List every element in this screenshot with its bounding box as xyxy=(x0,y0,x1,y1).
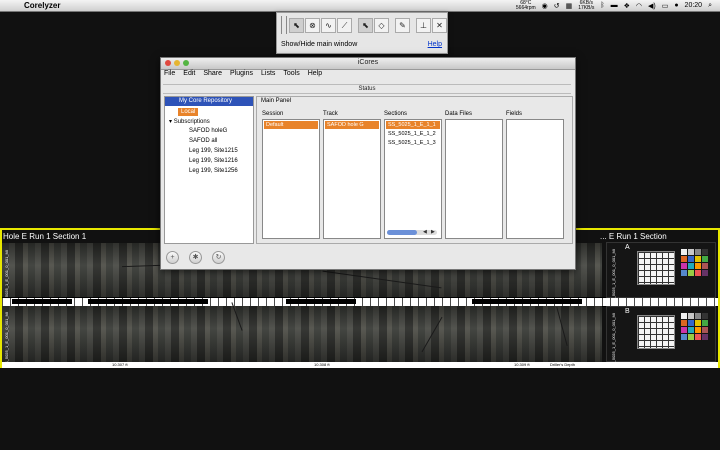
close-tool-icon[interactable]: ✕ xyxy=(432,18,447,33)
menu-lists[interactable]: Lists xyxy=(261,70,275,80)
spotlight-search-icon[interactable]: ⌕ xyxy=(708,2,712,10)
flag-icon[interactable]: ▬ xyxy=(611,2,618,9)
tree-item[interactable]: Leg 199, Site1215 xyxy=(189,147,238,155)
session-list[interactable]: Default xyxy=(262,119,320,239)
section-item[interactable]: SS_5025_1_E_1_1 xyxy=(386,121,440,129)
tree-item[interactable]: SAFOD all xyxy=(189,137,217,145)
sections-label: Sections xyxy=(384,111,408,117)
add-icon[interactable]: + xyxy=(166,251,179,264)
axis-mark: 10.308 ft xyxy=(314,362,330,367)
fields-list[interactable] xyxy=(506,119,564,239)
scrollbar-thumb[interactable] xyxy=(387,230,417,235)
sections-column: Sections SS_5025_1_E_1_1 SS_5025_1_E_1_2… xyxy=(384,110,442,239)
download-tool-icon[interactable]: ⊥ xyxy=(416,18,431,33)
window-title: iCores xyxy=(357,59,379,66)
user-icon[interactable]: ● xyxy=(674,2,678,9)
card-letter-a: A xyxy=(625,244,630,251)
window-menu: File Edit Share Plugins Lists Tools Help xyxy=(161,70,578,80)
color-calibration-card-b: SS_5025_1_E_001_0_001_MI B xyxy=(606,306,716,368)
data-files-list[interactable] xyxy=(445,119,503,239)
measure-tool-icon[interactable]: ⟋ xyxy=(337,18,352,33)
status-area: 68°C 5664rpm ◉ ↺ ▦ 6KB/s 17KB/s ᛒ ▬ ❖ ◠ ◀)… xyxy=(516,0,712,11)
fields-label: Fields xyxy=(506,111,523,117)
menu-file[interactable]: File xyxy=(164,70,175,80)
main-panel-label: Main Panel xyxy=(261,98,292,104)
color-swatches xyxy=(681,249,708,276)
scroll-right-icon[interactable]: ▶ xyxy=(431,229,435,235)
diamond-tool-icon[interactable]: ◇ xyxy=(374,18,389,33)
card-letter-b: B xyxy=(625,308,630,315)
temperature-readout: 68°C 5664rpm xyxy=(515,0,536,11)
pointer-tool-icon[interactable]: ⬉ xyxy=(289,18,304,33)
grid-target xyxy=(637,315,675,349)
section-item[interactable]: SS_5025_1_E_1_2 xyxy=(386,130,440,138)
sections-list[interactable]: SS_5025_1_E_1_1 SS_5025_1_E_1_2 SS_5025_… xyxy=(384,119,442,239)
settings-icon[interactable]: ✱ xyxy=(189,251,202,264)
depth-axis: 10.307 ft 10.308 ft 10.309 ft Driller's … xyxy=(2,362,718,368)
axis-label: Driller's Depth xyxy=(550,362,575,367)
menu-edit[interactable]: Edit xyxy=(183,70,195,80)
tree-item-local[interactable]: Local xyxy=(178,108,199,116)
axis-mark: 10.307 ft xyxy=(112,362,128,367)
status-bar: Status xyxy=(163,84,571,94)
menu-help[interactable]: Help xyxy=(308,70,322,80)
system-menubar: Corelyzer 68°C 5664rpm ◉ ↺ ▦ 6KB/s 17KB/s … xyxy=(0,0,720,12)
annotation-marker-tool-icon[interactable]: ⊗ xyxy=(305,18,320,33)
horizontal-scrollbar[interactable]: ◀ ▶ xyxy=(387,229,437,235)
grid-target xyxy=(637,251,675,285)
bottom-buttons: + ✱ ↻ xyxy=(166,251,225,264)
menu-plugins[interactable]: Plugins xyxy=(230,70,253,80)
icores-window: iCores File Edit Share Plugins Lists Too… xyxy=(160,57,576,270)
fields-column: Fields xyxy=(506,110,564,239)
help-link[interactable]: Help xyxy=(428,41,442,48)
session-item[interactable]: Default xyxy=(264,121,318,129)
repository-tree: My Core Repository Local ▾ Subscriptions… xyxy=(164,96,254,244)
tool-buttons: ⬉ ⊗ ∿ ⟋ ⬉ ◇ ✎ ⊥ ✕ xyxy=(289,18,447,33)
network-readout: 6KB/s 17KB/s xyxy=(578,0,595,11)
menu-tools[interactable]: Tools xyxy=(283,70,299,80)
wifi-icon[interactable]: ◠ xyxy=(636,2,642,10)
data-files-label: Data Files xyxy=(445,111,473,117)
main-panel: Main Panel Session Default Track SAFOD h… xyxy=(256,96,573,244)
track-list[interactable]: SAFOD hole G xyxy=(323,119,381,239)
session-column: Session Default xyxy=(262,110,320,239)
tool-palette: ⬉ ⊗ ∿ ⟋ ⬉ ◇ ✎ ⊥ ✕ Show/Hide main window … xyxy=(276,12,448,54)
tree-item[interactable]: Leg 199, Site1216 xyxy=(189,157,238,165)
color-calibration-card-a: SS_5025_1_E_001_0_001_MI A xyxy=(606,242,716,304)
track-item[interactable]: SAFOD hole G xyxy=(325,121,379,129)
core-image-lower[interactable] xyxy=(2,302,602,362)
graph-tool-icon[interactable]: ∿ xyxy=(321,18,336,33)
window-titlebar[interactable]: iCores xyxy=(161,58,575,70)
color-swatches xyxy=(681,313,708,340)
spotify-icon[interactable]: ◉ xyxy=(542,2,548,10)
menu-share[interactable]: Share xyxy=(203,70,222,80)
app-name[interactable]: Corelyzer xyxy=(24,0,60,11)
core-label-lower: SS_5025_1_E_001_0_001_MI xyxy=(4,312,9,367)
clock[interactable]: 20:20 xyxy=(685,2,703,9)
track-label: Track xyxy=(323,111,338,117)
time-machine-icon[interactable]: ↺ xyxy=(554,2,560,10)
tree-item[interactable]: Leg 199, Site1256 xyxy=(189,167,238,175)
battery-icon[interactable]: ▭ xyxy=(662,2,669,10)
section-title: Hole E Run 1 Section 1 xyxy=(3,232,87,241)
select-tool-icon[interactable]: ⬉ xyxy=(358,18,373,33)
pencil-tool-icon[interactable]: ✎ xyxy=(395,18,410,33)
refresh-icon[interactable]: ↻ xyxy=(212,251,225,264)
tree-item[interactable]: SAFOD holeG xyxy=(189,127,227,135)
bluetooth-icon[interactable]: ᛒ xyxy=(600,2,604,9)
tree-item-subscriptions[interactable]: ▾ Subscriptions xyxy=(169,118,210,126)
section-item[interactable]: SS_5025_1_E_1_3 xyxy=(386,139,440,147)
section-title-secondary: ... E Run 1 Section xyxy=(600,232,667,241)
activity-icon[interactable]: ▦ xyxy=(566,2,573,10)
axis-mark: 10.309 ft xyxy=(514,362,530,367)
tree-header[interactable]: My Core Repository xyxy=(165,97,253,106)
palette-grip[interactable] xyxy=(281,16,287,34)
session-label: Session xyxy=(262,111,284,117)
volume-icon[interactable]: ◀) xyxy=(648,2,656,10)
show-hide-main-window-label[interactable]: Show/Hide main window xyxy=(281,41,357,48)
data-files-column: Data Files xyxy=(445,110,503,239)
scroll-left-icon[interactable]: ◀ xyxy=(423,229,427,235)
track-column: Track SAFOD hole G xyxy=(323,110,381,239)
dropbox-icon[interactable]: ❖ xyxy=(624,2,630,10)
